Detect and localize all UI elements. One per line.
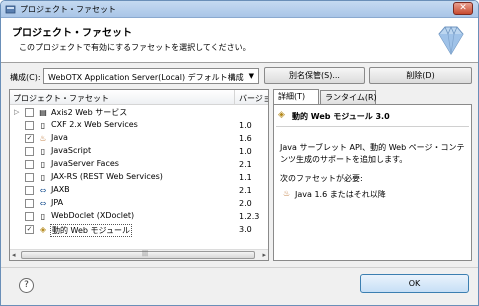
facet-checkbox[interactable]: ✓ [25,225,34,234]
facet-row-jaxrs[interactable]: ▯ JAX-RS (REST Web Services) 1.1 [10,171,268,184]
doc-icon: ▯ [40,160,46,169]
facet-name: Java [51,133,68,142]
configuration-label: 構成(C): [10,73,41,82]
requirement-item: Java 1.6 またはそれ以降 [295,190,386,199]
window-icon [5,5,16,14]
scroll-right-icon[interactable]: ▸ [262,251,266,259]
page-title: プロジェクト・ファセット [12,28,132,39]
facet-row-webdoclet[interactable]: ▯ WebDoclet (XDoclet) 1.2.3 [10,210,268,223]
facet-version: 1.2.3 [239,212,260,221]
details-title: 動的 Web モジュール 3.0 [292,112,390,121]
horizontal-scrollbar[interactable]: ◂ ||| ▸ [10,249,268,260]
facet-name: WebDoclet (XDoclet) [51,211,135,220]
details-panel: 詳細(T) ランタイム(R) ◈ 動的 Web モジュール 3.0 Java サ… [273,89,472,261]
details-description: Java サーブレット API、動的 Web ページ・コンテンツ生成のサポートを… [280,143,465,164]
tab-runtime[interactable]: ランタイム(R) [320,90,377,104]
ok-button[interactable]: OK [360,274,469,293]
facet-row-cxf[interactable]: ▯ CXF 2.x Web Services 1.0 [10,119,268,132]
save-as-button[interactable]: 別名保管(S)... [264,67,365,84]
divider [276,126,469,127]
details-content: ◈ 動的 Web モジュール 3.0 Java サーブレット API、動的 We… [273,104,472,261]
facet-name: JAX-RS (REST Web Services) [51,172,163,181]
chevron-down-icon: ▼ [248,72,254,80]
delete-button[interactable]: 削除(D) [369,67,472,84]
facet-name: 動的 Web モジュール [50,224,132,237]
facet-row-dynamic-web[interactable]: ✓ ◈ 動的 Web モジュール 3.0 [10,223,268,237]
scroll-left-icon[interactable]: ◂ [12,251,16,259]
facet-checkbox[interactable] [25,121,34,130]
facet-name: CXF 2.x Web Services [51,120,138,129]
page-description: このプロジェクトで有効にするファセットを選択してください。 [19,43,251,52]
facet-list: プロジェクト・ファセット バージョン ▷ ▤ Axis2 Web サービス ▯ … [9,89,269,261]
doc-icon: ▯ [40,121,46,130]
arrows-icon: ⇔ [39,186,47,195]
configuration-value: WebOTX Application Server(Local) デフォルト構成 [48,73,244,82]
facet-version: 1.0 [239,147,252,156]
close-button[interactable]: ✕ [453,2,473,15]
java-icon: ♨ [283,189,291,198]
facet-list-header: プロジェクト・ファセット バージョン [10,90,268,105]
scrollbar-thumb[interactable]: ||| [21,250,255,259]
facet-row-java[interactable]: ✓ ♨ Java 1.6 [10,132,268,145]
facet-version: 2.1 [239,186,252,195]
window-title: プロジェクト・ファセット [20,5,116,14]
facet-checkbox[interactable] [25,108,34,117]
configuration-select[interactable]: WebOTX Application Server(Local) デフォルト構成… [43,68,259,84]
column-header-version[interactable]: バージョン [239,93,268,104]
facet-checkbox[interactable] [25,173,34,182]
grip-icon: ||| [142,250,149,257]
facet-row-javascript[interactable]: ▯ JavaScript 1.0 [10,145,268,158]
facet-version: 1.1 [239,173,252,182]
facet-checkbox[interactable] [25,199,34,208]
facet-row-axis2[interactable]: ▷ ▤ Axis2 Web サービス [10,106,268,119]
facets-dialog: プロジェクト・ファセット ✕ プロジェクト・ファセット このプロジェクトで有効に… [0,0,479,306]
facet-checkbox[interactable] [25,160,34,169]
help-button[interactable]: ? [19,278,34,293]
facet-row-jaxb[interactable]: ⇔ JAXB 2.1 [10,184,268,197]
facet-name: JavaScript [51,146,92,155]
facet-checkbox[interactable] [25,147,34,156]
gem-icon [438,25,464,55]
facet-name: Axis2 Web サービス [51,108,128,117]
requirements-label: 次のファセットが必要: [280,174,363,183]
facet-version: 1.6 [239,134,252,143]
facet-name: JPA [51,198,64,207]
column-header-facet[interactable]: プロジェクト・ファセット [13,93,109,104]
doc-icon: ▯ [40,212,46,221]
doc-icon: ▯ [40,173,46,182]
facet-version: 2.0 [239,199,252,208]
tab-details[interactable]: 詳細(T) [273,89,319,105]
dialog-header: プロジェクト・ファセット このプロジェクトで有効にするファセットを選択してくださ… [1,18,478,63]
facet-version: 3.0 [239,225,252,234]
facet-checkbox[interactable] [25,186,34,195]
facet-name: JavaServer Faces [51,159,119,168]
divider [1,267,478,268]
web-module-icon: ◈ [39,225,47,234]
facet-checkbox[interactable]: ✓ [25,134,34,143]
folder-icon: ▤ [39,108,47,117]
doc-icon: ▯ [40,147,46,156]
web-module-icon: ◈ [278,110,285,120]
facet-name: JAXB [51,185,70,194]
facet-version: 2.1 [239,160,252,169]
facet-row-jsf[interactable]: ▯ JavaServer Faces 2.1 [10,158,268,171]
facet-checkbox[interactable] [25,212,34,221]
arrows-icon: ⇔ [39,199,47,208]
title-bar: プロジェクト・ファセット ✕ [1,1,478,18]
facet-row-jpa[interactable]: ⇔ JPA 2.0 [10,197,268,210]
facet-version: 1.0 [239,121,252,130]
expand-arrow-icon[interactable]: ▷ [14,108,19,116]
java-icon: ♨ [39,134,47,143]
column-divider[interactable] [234,90,235,105]
